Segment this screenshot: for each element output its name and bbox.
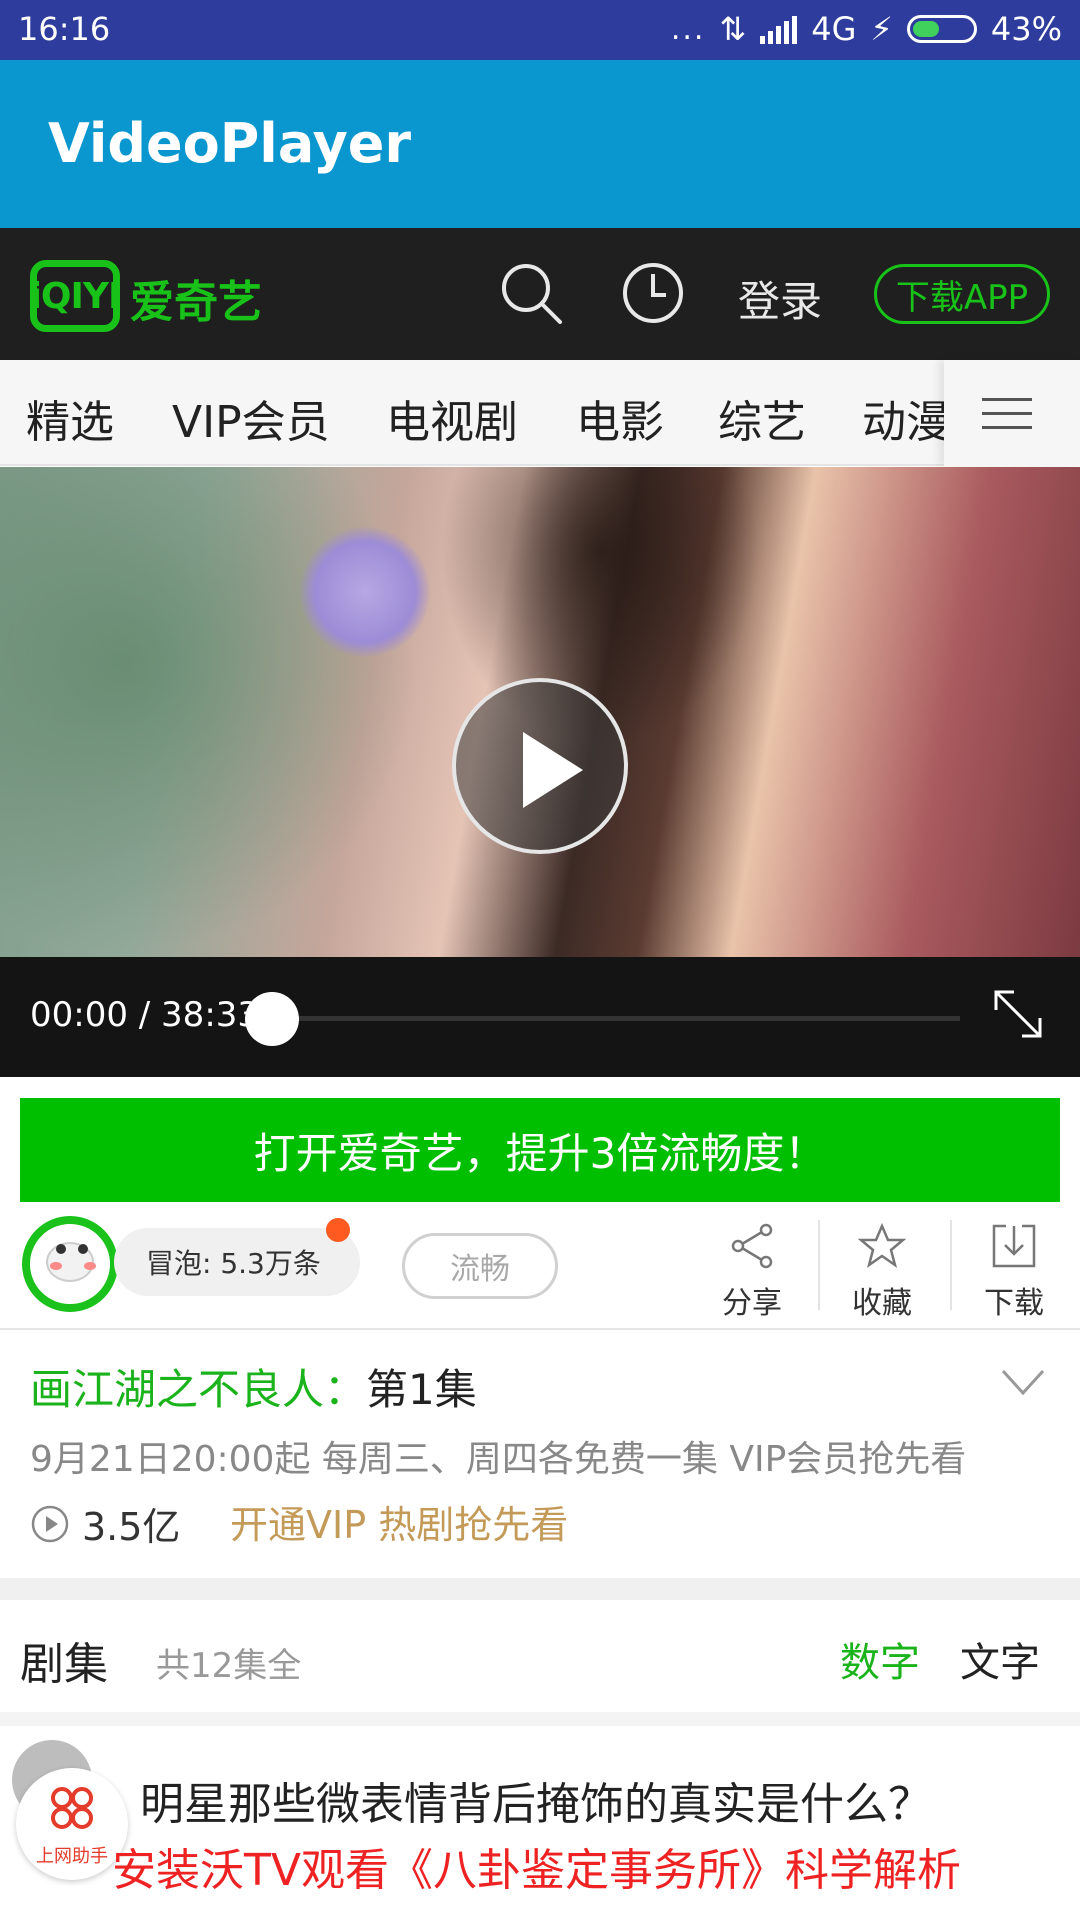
series-name: 画江湖之不良人： bbox=[30, 1365, 367, 1414]
search-icon[interactable] bbox=[498, 260, 564, 326]
data-transfer-icon: ⇅ bbox=[719, 10, 747, 48]
share-icon bbox=[731, 1223, 773, 1269]
favorite-button[interactable]: 收藏 bbox=[822, 1222, 942, 1322]
battery-icon bbox=[906, 15, 977, 43]
fullscreen-icon[interactable] bbox=[992, 988, 1044, 1040]
tab-episode-number[interactable]: 数字 bbox=[840, 1630, 920, 1688]
tab-anime[interactable]: 动漫 bbox=[862, 386, 950, 450]
login-link[interactable]: 登录 bbox=[738, 268, 822, 329]
download-icon bbox=[992, 1224, 1036, 1268]
app-bar: VideoPlayer bbox=[0, 60, 1080, 228]
signal-icon bbox=[760, 14, 798, 44]
ad-headline[interactable]: 明星那些微表情背后掩饰的真实是什么？ bbox=[140, 1768, 932, 1832]
app-title: VideoPlayer bbox=[48, 112, 412, 175]
play-icon bbox=[523, 732, 583, 808]
seek-thumb[interactable] bbox=[245, 992, 299, 1046]
knot-logo-icon bbox=[51, 1787, 93, 1829]
tab-vip[interactable]: VIP会员 bbox=[172, 386, 330, 450]
quality-selector[interactable]: 流畅 bbox=[402, 1233, 558, 1299]
tab-featured[interactable]: 精选 bbox=[26, 386, 114, 450]
vip-promo-link[interactable]: 开通VIP 热剧抢先看 bbox=[230, 1494, 568, 1549]
seek-bar[interactable] bbox=[272, 1016, 960, 1021]
history-clock-icon[interactable] bbox=[620, 260, 686, 326]
status-time: 16:16 bbox=[18, 10, 111, 48]
open-app-banner[interactable]: 打开爱奇艺，提升3倍流畅度！ bbox=[20, 1098, 1060, 1202]
charging-icon: ⚡ bbox=[870, 10, 893, 48]
player-controls: 00:00 / 38:33 bbox=[0, 957, 1080, 1077]
play-count: 3.5亿 bbox=[30, 1496, 180, 1551]
status-icons: ... ⇅ 4G ⚡ 43% bbox=[671, 10, 1062, 48]
tab-tv-series[interactable]: 电视剧 bbox=[386, 386, 518, 450]
episodes-heading: 剧集 bbox=[20, 1639, 108, 1690]
star-icon bbox=[858, 1222, 906, 1268]
mascot-avatar[interactable] bbox=[22, 1216, 118, 1312]
tab-variety[interactable]: 综艺 bbox=[718, 386, 806, 450]
episode-title: 画江湖之不良人：第1集 bbox=[30, 1356, 477, 1417]
comment-bubble-count[interactable]: 冒泡: 5.3万条 bbox=[114, 1228, 360, 1296]
play-button[interactable] bbox=[452, 678, 628, 854]
episode-number: 第1集 bbox=[366, 1365, 477, 1414]
ad-subline[interactable]: 安装沃TV观看《八卦鉴定事务所》科学解析 bbox=[112, 1834, 961, 1898]
iqiyi-logo-text[interactable]: 爱奇艺 bbox=[130, 266, 262, 330]
iqiyi-logo[interactable]: iQIYI bbox=[30, 260, 121, 332]
share-button[interactable]: 分享 bbox=[692, 1222, 812, 1322]
chevron-down-icon[interactable] bbox=[1000, 1366, 1046, 1398]
nav-more-menu-icon[interactable] bbox=[944, 360, 1080, 466]
tab-movies[interactable]: 电影 bbox=[576, 386, 664, 450]
playback-time: 00:00 / 38:33 bbox=[30, 995, 260, 1035]
release-schedule: 9月21日20:00起 每周三、周四各免费一集 VIP会员抢先看 bbox=[30, 1439, 967, 1480]
status-bar: 16:16 ... ⇅ 4G ⚡ 43% bbox=[0, 0, 1080, 60]
play-count-icon bbox=[31, 1505, 69, 1542]
site-header: iQIYI 爱奇艺 登录 下载APP bbox=[0, 228, 1080, 360]
download-app-button[interactable]: 下载APP bbox=[874, 264, 1050, 324]
notification-badge bbox=[326, 1218, 350, 1242]
battery-percent: 43% bbox=[990, 10, 1062, 48]
episodes-count: 共12集全 bbox=[156, 1646, 302, 1686]
notification-dots-icon: ... bbox=[670, 11, 706, 47]
network-type: 4G bbox=[811, 10, 857, 48]
download-button[interactable]: 下载 bbox=[954, 1222, 1074, 1322]
tab-episode-text[interactable]: 文字 bbox=[960, 1630, 1040, 1688]
category-nav: 精选 VIP会员 电视剧 电影 综艺 动漫 bbox=[0, 360, 1080, 466]
